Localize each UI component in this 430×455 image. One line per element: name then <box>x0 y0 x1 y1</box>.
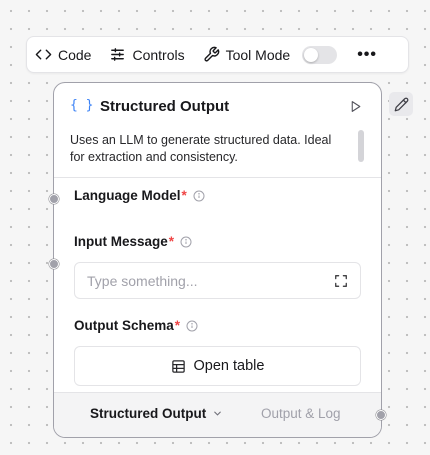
table-icon <box>171 359 185 373</box>
open-table-label: Open table <box>193 358 265 374</box>
header-divider <box>54 177 381 178</box>
output-selector-label: Structured Output <box>90 406 207 421</box>
node-toolbar: Code Controls Tool Mode ••• <box>26 36 409 73</box>
open-table-button[interactable]: Open table <box>74 346 361 386</box>
node-description: Uses an LLM to generate structured data.… <box>70 133 332 164</box>
code-icon <box>35 49 52 60</box>
controls-button[interactable]: Controls <box>109 46 185 63</box>
required-mark: * <box>174 318 181 333</box>
node-header: { } Structured Output <box>54 83 381 131</box>
input-message-placeholder: Type something... <box>87 272 198 289</box>
play-icon[interactable] <box>349 100 362 113</box>
toggle-knob <box>304 47 319 62</box>
description-scrollbar[interactable] <box>358 130 364 162</box>
expand-icon[interactable] <box>334 274 348 288</box>
output-schema-text: Output Schema <box>74 318 174 333</box>
required-mark: * <box>181 188 187 203</box>
structured-output-handle[interactable] <box>376 410 386 420</box>
info-icon[interactable] <box>193 190 205 202</box>
pencil-icon <box>394 97 408 111</box>
code-button[interactable]: Code <box>35 46 91 63</box>
chevron-down-icon <box>214 411 222 416</box>
info-icon[interactable] <box>180 236 192 248</box>
language-model-text: Language Model <box>74 188 181 203</box>
input-message-input-handle[interactable] <box>49 259 59 269</box>
edit-node-button[interactable] <box>389 92 413 116</box>
tool-mode-button[interactable]: Tool Mode <box>203 46 291 63</box>
language-model-label: Language Model * <box>74 188 205 203</box>
input-message-text: Input Message <box>74 234 168 249</box>
node-footer: Structured Output Output & Log <box>54 392 381 437</box>
language-model-input-handle[interactable] <box>49 194 59 204</box>
wrench-icon <box>204 46 219 62</box>
sliders-icon <box>111 48 125 61</box>
required-mark: * <box>168 234 175 249</box>
output-schema-label: Output Schema * <box>74 318 198 333</box>
controls-label: Controls <box>132 46 185 63</box>
output-selector[interactable]: Structured Output <box>90 406 223 421</box>
node-title: Structured Output <box>100 98 230 115</box>
code-label: Code <box>58 46 92 63</box>
tool-mode-label: Tool Mode <box>225 46 291 63</box>
braces-icon: { } <box>70 98 94 113</box>
more-options-button[interactable]: ••• <box>357 46 377 64</box>
info-icon[interactable] <box>186 320 198 332</box>
output-log-button[interactable]: Output & Log <box>261 406 341 421</box>
structured-output-node[interactable]: { } Structured Output Uses an LLM to gen… <box>53 82 382 438</box>
input-message-field[interactable]: Type something... <box>74 262 361 299</box>
input-message-label: Input Message * <box>74 234 192 249</box>
tool-mode-toggle[interactable] <box>302 45 338 64</box>
